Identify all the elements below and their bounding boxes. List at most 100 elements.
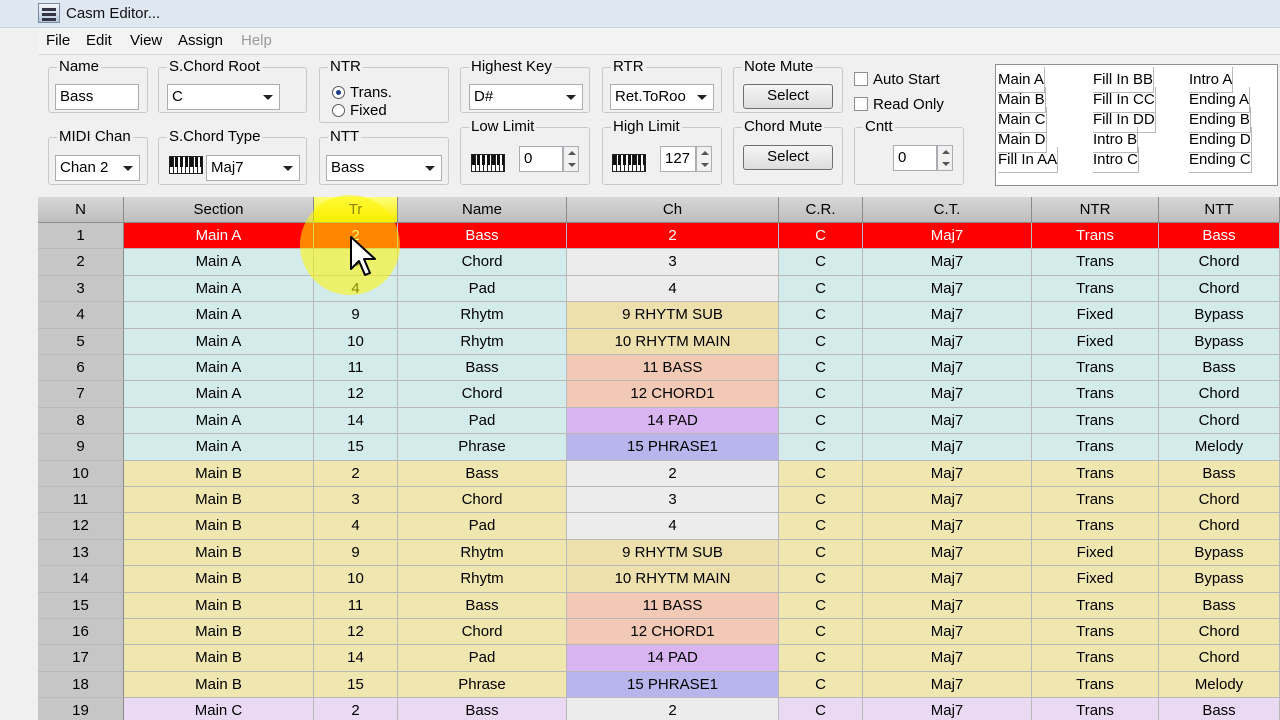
cell-name[interactable]: Chord xyxy=(398,487,567,514)
low-limit-field[interactable]: 0 xyxy=(519,146,563,172)
cell-ntt[interactable]: Chord xyxy=(1159,619,1280,646)
cell-section[interactable]: Main B xyxy=(124,592,314,619)
menu-help[interactable]: Help xyxy=(241,32,272,49)
cell-name[interactable]: Rhytm xyxy=(398,302,567,329)
cell-ntt[interactable]: Melody xyxy=(1159,671,1280,699)
auto-start-checkbox[interactable] xyxy=(854,72,868,86)
highest-key-dropdown[interactable]: D# xyxy=(469,84,583,110)
cell-ntt[interactable]: Chord xyxy=(1159,487,1280,514)
cell-name[interactable]: Pad xyxy=(398,407,567,435)
section-list-item[interactable]: Ending C xyxy=(1189,147,1252,174)
cell-ntr[interactable]: Trans xyxy=(1032,671,1159,699)
cell-tr[interactable]: 14 xyxy=(314,407,398,435)
cell-n[interactable]: 19 xyxy=(38,698,124,720)
column-header-section[interactable]: Section xyxy=(124,197,314,223)
menu-edit[interactable]: Edit xyxy=(86,32,112,49)
cell-n[interactable]: 17 xyxy=(38,645,124,672)
cell-ntr[interactable]: Fixed xyxy=(1032,302,1159,329)
cell-c-r[interactable]: C xyxy=(779,249,863,276)
table-row[interactable]: 12 Main B 4 Pad 4 C Maj7 Trans Chord xyxy=(38,513,1280,540)
cell-name[interactable]: Chord xyxy=(398,381,567,408)
cell-ntr[interactable]: Fixed xyxy=(1032,539,1159,567)
cell-c-t[interactable]: Maj7 xyxy=(863,513,1032,540)
cell-ch[interactable]: 3 xyxy=(567,487,779,514)
menu-file[interactable]: File xyxy=(46,32,70,49)
cell-tr[interactable]: 12 xyxy=(314,619,398,646)
section-list-item[interactable]: Intro C xyxy=(1093,147,1140,174)
low-limit-spinner[interactable] xyxy=(563,146,579,172)
cell-name[interactable]: Bass xyxy=(398,355,567,382)
cell-n[interactable]: 4 xyxy=(38,302,124,329)
table-row[interactable]: 19 Main C 2 Bass 2 C Maj7 Trans Bass xyxy=(38,698,1280,720)
cell-ntt[interactable]: Bass xyxy=(1159,460,1280,487)
cell-ntt[interactable]: Chord xyxy=(1159,513,1280,540)
cell-c-r[interactable]: C xyxy=(779,566,863,593)
piano-keyboard-icon[interactable] xyxy=(471,154,505,172)
cell-n[interactable]: 10 xyxy=(38,460,124,487)
cell-c-r[interactable]: C xyxy=(779,539,863,567)
cell-ntr[interactable]: Trans xyxy=(1032,513,1159,540)
read-only-checkbox[interactable] xyxy=(854,97,868,111)
ntr-fixed-radio[interactable] xyxy=(332,104,345,117)
cell-ch[interactable]: 12 CHORD1 xyxy=(567,619,779,646)
cell-section[interactable]: Main B xyxy=(124,487,314,514)
section-list[interactable]: Main A Fill In BB Intro A Main B Fill In CC E… xyxy=(995,64,1278,186)
ntr-trans-radio[interactable] xyxy=(332,86,345,99)
cell-section[interactable]: Main B xyxy=(124,619,314,646)
cell-ntt[interactable]: Bass xyxy=(1159,592,1280,619)
cell-n[interactable]: 7 xyxy=(38,381,124,408)
cell-ntr[interactable]: Trans xyxy=(1032,460,1159,487)
cell-n[interactable]: 15 xyxy=(38,592,124,619)
cell-c-t[interactable]: Maj7 xyxy=(863,328,1032,355)
cell-name[interactable]: Bass xyxy=(398,592,567,619)
table-row[interactable]: 14 Main B 10 Rhytm 10 RHYTM MAIN C Maj7 Fixed By… xyxy=(38,566,1280,593)
cell-ntt[interactable]: Bass xyxy=(1159,355,1280,382)
menu-view[interactable]: View xyxy=(130,32,162,49)
cell-ntt[interactable]: Chord xyxy=(1159,381,1280,408)
cell-name[interactable]: Bass xyxy=(398,460,567,487)
cell-c-t[interactable]: Maj7 xyxy=(863,619,1032,646)
cell-tr[interactable]: 4 xyxy=(314,275,398,303)
table-row[interactable]: 11 Main B 3 Chord 3 C Maj7 Trans Chord xyxy=(38,487,1280,514)
cell-section[interactable]: Main A xyxy=(124,407,314,435)
cell-tr[interactable]: 10 xyxy=(314,328,398,355)
cell-n[interactable]: 16 xyxy=(38,619,124,646)
cell-ntt[interactable]: Bass xyxy=(1159,223,1280,250)
cell-ntr[interactable]: Fixed xyxy=(1032,328,1159,355)
cell-c-t[interactable]: Maj7 xyxy=(863,487,1032,514)
cell-ch[interactable]: 9 RHYTM SUB xyxy=(567,539,779,567)
cell-ntr[interactable]: Trans xyxy=(1032,645,1159,672)
cell-name[interactable]: Rhytm xyxy=(398,566,567,593)
cell-ntt[interactable]: Chord xyxy=(1159,275,1280,303)
chord-mute-select-button[interactable]: Select xyxy=(743,145,833,170)
cell-ntr[interactable]: Trans xyxy=(1032,223,1159,250)
table-row[interactable]: 15 Main B 11 Bass 11 BASS C Maj7 Trans Bass xyxy=(38,592,1280,619)
table-row[interactable]: 9 Main A 15 Phrase 15 PHRASE1 C Maj7 Trans Melod… xyxy=(38,434,1280,461)
cell-ntt[interactable]: Bypass xyxy=(1159,328,1280,355)
piano-keyboard-icon[interactable] xyxy=(169,156,203,174)
cell-ntt[interactable]: Chord xyxy=(1159,249,1280,276)
cell-section[interactable]: Main B xyxy=(124,460,314,487)
cell-tr[interactable]: 3 xyxy=(314,487,398,514)
cell-ch[interactable]: 12 CHORD1 xyxy=(567,381,779,408)
cell-name[interactable]: Bass xyxy=(398,223,567,250)
cell-c-r[interactable]: C xyxy=(779,407,863,435)
note-mute-select-button[interactable]: Select xyxy=(743,84,833,109)
cell-c-r[interactable]: C xyxy=(779,645,863,672)
cell-ch[interactable]: 2 xyxy=(567,223,779,250)
cell-ntt[interactable]: Chord xyxy=(1159,645,1280,672)
cell-ntr[interactable]: Trans xyxy=(1032,275,1159,303)
cell-c-t[interactable]: Maj7 xyxy=(863,275,1032,303)
cell-name[interactable]: Rhytm xyxy=(398,539,567,567)
cell-c-t[interactable]: Maj7 xyxy=(863,223,1032,250)
cell-n[interactable]: 11 xyxy=(38,487,124,514)
cell-section[interactable]: Main B xyxy=(124,566,314,593)
cell-c-r[interactable]: C xyxy=(779,381,863,408)
cell-tr[interactable]: 2 xyxy=(314,698,398,720)
cell-tr[interactable]: 12 xyxy=(314,381,398,408)
cell-c-r[interactable]: C xyxy=(779,460,863,487)
cell-ntr[interactable]: Trans xyxy=(1032,355,1159,382)
cell-ch[interactable]: 15 PHRASE1 xyxy=(567,671,779,699)
cell-n[interactable]: 6 xyxy=(38,355,124,382)
cell-n[interactable]: 3 xyxy=(38,275,124,303)
